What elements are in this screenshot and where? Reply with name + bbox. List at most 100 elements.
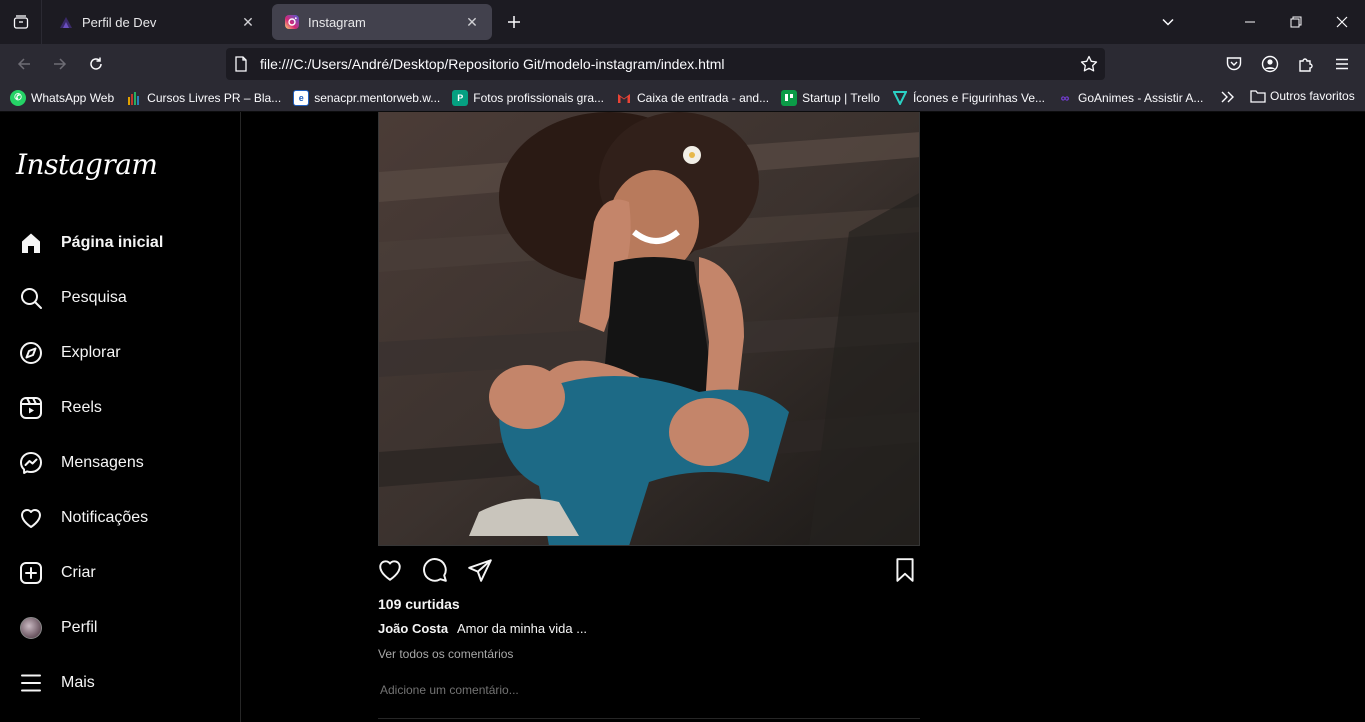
caption-text: Amor da minha vida ... (456, 621, 588, 636)
bookmark-star-button[interactable] (1079, 54, 1099, 74)
search-icon (18, 285, 44, 311)
sidebar-item-label: Mensagens (61, 454, 144, 471)
view-all-comments-link[interactable]: Ver todos os comentários (378, 647, 920, 661)
other-bookmarks-folder[interactable]: Outros favoritos (1250, 89, 1355, 103)
gmail-icon (616, 90, 632, 106)
bookmark-goanimes[interactable]: ∞ GoAnimes - Assistir A... (1057, 90, 1204, 106)
tab-title: Perfil de Dev (82, 14, 157, 30)
like-button[interactable] (376, 556, 404, 584)
sidebar-item-label: Reels (61, 399, 102, 416)
reload-icon (90, 57, 102, 70)
bookmark-label: Cursos Livres PR – Bla... (147, 90, 282, 105)
post-username[interactable]: João Costa (378, 621, 448, 636)
avatar (18, 615, 44, 641)
post-image[interactable] (378, 112, 920, 546)
bookmark-label: Ícones e Figurinhas Ve... (912, 90, 1046, 105)
tab-perfil-de-dev[interactable]: Perfil de Dev ✕ (46, 4, 268, 40)
url-bar[interactable]: file:///C:/Users/André/Desktop/Repositor… (226, 48, 1105, 80)
pocket-button[interactable] (1222, 52, 1246, 76)
post-caption: João Costa Amor da minha vida ... (378, 621, 920, 636)
heart-icon (18, 505, 44, 531)
minimize-icon (1245, 21, 1255, 23)
sidebar-item-search[interactable]: Pesquisa (18, 283, 127, 313)
minimize-button[interactable] (1227, 0, 1273, 44)
more-bookmarks-button[interactable] (1220, 90, 1236, 107)
other-bookmarks-label: Outros favoritos (1270, 89, 1355, 103)
instagram-favicon-icon (285, 15, 299, 29)
reload-button[interactable] (82, 50, 110, 78)
close-tab-icon[interactable]: ✕ (464, 14, 480, 30)
app-menu-button[interactable] (1330, 52, 1354, 76)
page-icon (235, 56, 247, 72)
sidebar-item-explore[interactable]: Explorar (18, 338, 121, 368)
sidebar-item-reels[interactable]: Reels (18, 393, 102, 423)
bookmark-label: WhatsApp Web (31, 90, 115, 105)
sidebar-item-label: Página inicial (61, 234, 164, 251)
bookmark-label: Fotos profissionais gra... (473, 90, 605, 105)
tab-list-button[interactable] (0, 0, 42, 44)
comment-input[interactable] (378, 681, 920, 699)
goanimes-icon: ∞ (1060, 90, 1070, 105)
arrow-right-icon (54, 58, 67, 70)
bar-chart-icon (126, 90, 142, 106)
bookmark-trello[interactable]: Startup | Trello (781, 89, 880, 106)
tab-title: Instagram (308, 14, 366, 30)
arrow-left-icon (17, 58, 30, 70)
close-icon (1336, 16, 1348, 28)
whatsapp-icon: ✆ (10, 89, 26, 106)
menu-icon (18, 670, 44, 696)
reels-icon (18, 395, 44, 421)
bookmark-whatsapp[interactable]: ✆ WhatsApp Web (10, 89, 115, 106)
forward-button[interactable] (46, 50, 74, 78)
bookmarks-toolbar: ✆ WhatsApp Web Cursos Livres PR – Bla...… (0, 84, 1365, 112)
e-icon: e (293, 89, 310, 106)
share-button[interactable] (466, 556, 494, 584)
sidebar-item-create[interactable]: Criar (18, 558, 96, 588)
star-icon (1080, 55, 1098, 72)
bookmark-cursos-livres[interactable]: Cursos Livres PR – Bla... (126, 90, 281, 106)
comment-button[interactable] (421, 556, 449, 584)
navigation-toolbar: file:///C:/Users/André/Desktop/Repositor… (0, 44, 1365, 84)
sidebar-item-notifications[interactable]: Notificações (18, 503, 148, 533)
sidebar-item-label: Pesquisa (61, 289, 127, 306)
chevron-down-icon (1162, 18, 1174, 26)
instagram-page: Instagram Página inicial Pesquisa Explor… (0, 112, 1365, 722)
sidebar-item-label: Mais (61, 674, 95, 691)
compass-icon (18, 340, 44, 366)
extensions-button[interactable] (1294, 52, 1318, 76)
home-icon (18, 230, 44, 256)
sidebar: Instagram Página inicial Pesquisa Explor… (0, 112, 241, 722)
bookmark-label: Caixa de entrada - and... (637, 90, 770, 105)
account-icon (1261, 55, 1279, 73)
like-count[interactable]: 109 curtidas (378, 596, 920, 612)
tab-instagram[interactable]: Instagram ✕ (272, 4, 492, 40)
hamburger-icon (1336, 58, 1348, 70)
bookmark-flaticon[interactable]: Ícones e Figurinhas Ve... (892, 90, 1045, 106)
tab-list-icon (13, 15, 28, 29)
sidebar-item-messages[interactable]: Mensagens (18, 448, 144, 478)
close-window-button[interactable] (1319, 0, 1365, 44)
save-button[interactable] (891, 556, 919, 584)
bookmark-label: senacpr.mentorweb.w... (314, 90, 441, 105)
bookmark-label: Startup | Trello (802, 90, 880, 105)
list-all-tabs-button[interactable] (1145, 0, 1191, 44)
restore-button[interactable] (1273, 0, 1319, 44)
new-tab-button[interactable] (500, 8, 528, 36)
account-button[interactable] (1258, 52, 1282, 76)
puzzle-icon (1299, 58, 1313, 72)
sidebar-item-label: Notificações (61, 509, 149, 526)
sidebar-item-more[interactable]: Mais (18, 668, 95, 698)
bookmark-pexels[interactable]: P Fotos profissionais gra... (452, 89, 605, 106)
flaticon-icon (892, 90, 908, 106)
sidebar-item-profile[interactable]: Perfil (18, 613, 97, 643)
sidebar-item-home[interactable]: Página inicial (18, 228, 163, 258)
instagram-logo[interactable]: Instagram (16, 148, 158, 181)
plus-square-icon (18, 560, 44, 586)
post-photo-illustration (379, 112, 919, 545)
bookmark-gmail[interactable]: Caixa de entrada - and... (616, 90, 769, 106)
close-tab-icon[interactable]: ✕ (240, 14, 256, 30)
bookmark-senacpr[interactable]: e senacpr.mentorweb.w... (293, 89, 441, 106)
feed-post: 109 curtidas João Costa Amor da minha vi… (378, 112, 920, 699)
chevron-double-right-icon (1221, 91, 1234, 103)
back-button[interactable] (10, 50, 38, 78)
